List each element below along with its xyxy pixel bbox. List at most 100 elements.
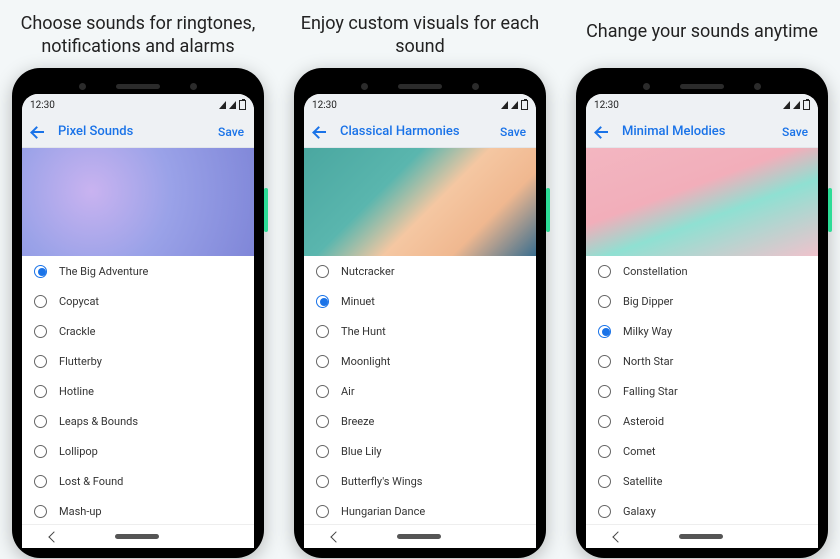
nav-bar [304,524,536,548]
battery-icon [239,100,246,110]
list-item[interactable]: Leaps & Bounds [22,406,254,436]
radio-icon[interactable] [316,415,329,428]
list-item[interactable]: Blue Lily [304,436,536,466]
radio-icon[interactable] [34,325,47,338]
radio-icon[interactable] [34,355,47,368]
radio-icon[interactable] [316,295,329,308]
sound-label: Copycat [59,295,99,308]
list-item[interactable]: North Star [586,346,818,376]
radio-icon[interactable] [34,295,47,308]
list-item[interactable]: Crackle [22,316,254,346]
sound-label: Falling Star [623,385,678,398]
radio-icon[interactable] [316,385,329,398]
list-item[interactable]: Hungarian Dance [304,496,536,526]
nav-back-icon[interactable] [331,531,342,542]
sound-label: Nutcracker [341,265,395,278]
list-item[interactable]: Constellation [586,256,818,286]
radio-icon[interactable] [598,475,611,488]
wifi-icon [511,101,518,109]
list-item[interactable]: Milky Way [586,316,818,346]
radio-icon[interactable] [34,475,47,488]
nav-back-icon[interactable] [49,531,60,542]
list-item[interactable]: Big Dipper [586,286,818,316]
sound-label: The Hunt [341,325,386,338]
sound-visual [304,148,536,256]
list-item[interactable]: Nutcracker [304,256,536,286]
sound-list[interactable]: ConstellationBig DipperMilky WayNorth St… [586,256,818,548]
radio-icon[interactable] [598,415,611,428]
list-item[interactable]: Galaxy [586,496,818,526]
nav-back-icon[interactable] [613,531,624,542]
list-item[interactable]: Flutterby [22,346,254,376]
list-item[interactable]: Satellite [586,466,818,496]
signal-icon [219,101,226,109]
list-item[interactable]: Hotline [22,376,254,406]
battery-icon [803,100,810,110]
radio-icon[interactable] [598,265,611,278]
nav-recent-icon[interactable] [780,532,790,542]
nav-recent-icon[interactable] [216,532,226,542]
status-bar: 12:30 [304,94,536,116]
screen-title: Minimal Melodies [622,124,770,139]
nav-home-icon[interactable] [115,534,159,539]
radio-icon[interactable] [316,325,329,338]
sound-label: Mash-up [59,505,102,518]
list-item[interactable]: Breeze [304,406,536,436]
screen-title: Classical Harmonies [340,124,488,139]
list-item[interactable]: Mash-up [22,496,254,526]
radio-icon[interactable] [316,265,329,278]
list-item[interactable]: Falling Star [586,376,818,406]
sound-list[interactable]: The Big Adventure Copycat CrackleFlutterby… [22,256,254,548]
list-item[interactable]: Minuet [304,286,536,316]
list-item[interactable]: Butterfly's Wings [304,466,536,496]
radio-icon[interactable] [34,445,47,458]
status-bar: 12:30 [22,94,254,116]
nav-home-icon[interactable] [679,534,723,539]
list-item[interactable]: Air [304,376,536,406]
radio-icon[interactable] [598,385,611,398]
sound-label: Butterfly's Wings [341,475,422,488]
save-button[interactable]: Save [782,125,808,139]
save-button[interactable]: Save [500,125,526,139]
radio-icon[interactable] [598,505,611,518]
list-item[interactable]: Lollipop [22,436,254,466]
sound-label: Comet [623,445,656,458]
nav-home-icon[interactable] [397,534,441,539]
screen-title: Pixel Sounds [58,124,206,139]
nav-bar [586,524,818,548]
list-item[interactable]: Lost & Found [22,466,254,496]
caption-1: Choose sounds for ringtones, notificatio… [8,12,268,59]
radio-icon[interactable] [598,355,611,368]
radio-icon[interactable] [598,325,611,338]
battery-icon [521,100,528,110]
radio-icon[interactable] [34,505,47,518]
radio-icon[interactable] [34,385,47,398]
sound-label: Hungarian Dance [341,505,425,518]
signal-icon [501,101,508,109]
radio-icon[interactable] [598,445,611,458]
phone-frame: 12:30 Pixel Sounds Save The Big Adventur… [12,68,264,558]
list-item[interactable]: The Hunt [304,316,536,346]
radio-icon[interactable] [316,355,329,368]
list-item[interactable]: The Big Adventure [22,256,254,286]
list-item[interactable]: Comet [586,436,818,466]
radio-icon[interactable] [34,415,47,428]
list-item[interactable]: Moonlight [304,346,536,376]
app-bar: Classical Harmonies Save [304,116,536,148]
back-icon[interactable] [314,125,328,139]
nav-recent-icon[interactable] [498,532,508,542]
save-button[interactable]: Save [218,125,244,139]
list-item[interactable]: Asteroid [586,406,818,436]
list-item[interactable]: Copycat [22,286,254,316]
sound-label: Galaxy [623,505,656,518]
sound-list[interactable]: Nutcracker Minuet The Hunt MoonlightAirBree… [304,256,536,548]
radio-icon[interactable] [34,265,47,278]
radio-icon[interactable] [316,445,329,458]
back-icon[interactable] [596,125,610,139]
wifi-icon [793,101,800,109]
status-time: 12:30 [594,100,619,111]
radio-icon[interactable] [316,505,329,518]
radio-icon[interactable] [316,475,329,488]
back-icon[interactable] [32,125,46,139]
radio-icon[interactable] [598,295,611,308]
